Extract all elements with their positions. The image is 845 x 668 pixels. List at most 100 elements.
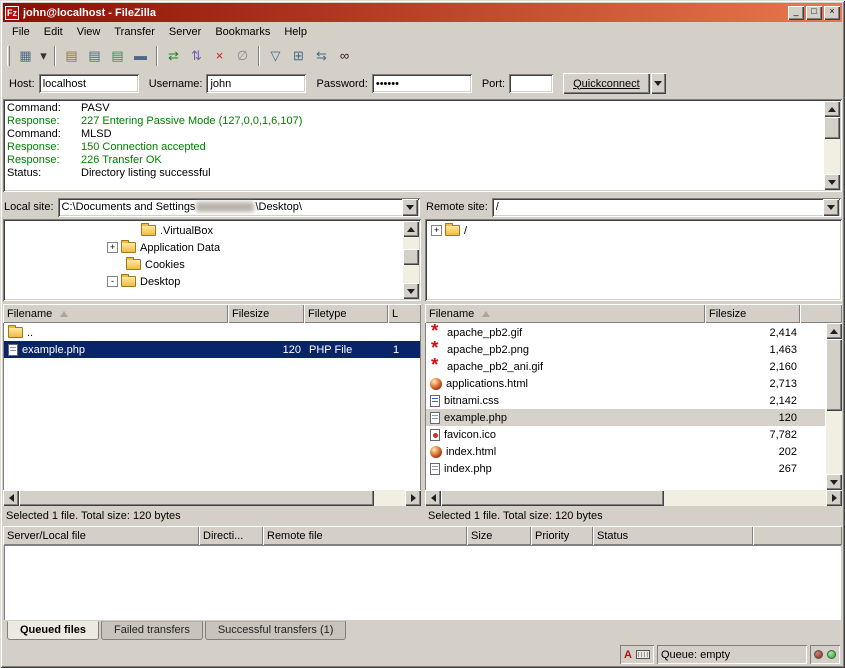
- expand-icon[interactable]: +: [431, 225, 442, 236]
- menu-item-server[interactable]: Server: [162, 23, 208, 41]
- column-header-priority[interactable]: Priority: [531, 526, 593, 545]
- quickconnect-dropdown-button[interactable]: [651, 73, 666, 94]
- local-tree-item[interactable]: Cookies: [5, 256, 419, 273]
- remote-site-dropdown-button[interactable]: [823, 199, 839, 216]
- tab-failed-transfers[interactable]: Failed transfers: [101, 621, 203, 640]
- file-row[interactable]: index.html202: [426, 443, 825, 460]
- scroll-down-button[interactable]: [403, 283, 419, 299]
- column-header-filesize[interactable]: Filesize: [705, 304, 800, 323]
- toolbar-grip[interactable]: [7, 46, 10, 66]
- scrollbar-track[interactable]: [826, 339, 842, 474]
- tab-successful-transfers-1[interactable]: Successful transfers (1): [205, 621, 347, 640]
- toggle-message-log-button[interactable]: ▤: [60, 45, 83, 67]
- file-name: apache_pb2.png: [447, 344, 529, 356]
- tab-queued-files[interactable]: Queued files: [7, 621, 99, 640]
- queue-list[interactable]: [4, 545, 841, 620]
- site-manager-button[interactable]: ▦: [14, 45, 37, 67]
- title-bar[interactable]: Fz john@localhost - FileZilla _ □ ×: [3, 3, 842, 22]
- find-files-button[interactable]: ∞: [333, 45, 356, 67]
- local-tree-item[interactable]: +Application Data: [5, 239, 419, 256]
- scroll-up-button[interactable]: [824, 101, 840, 117]
- file-row[interactable]: bitnami.css2,142: [426, 392, 825, 409]
- column-header-l[interactable]: L: [388, 304, 421, 323]
- toggle-remote-tree-button[interactable]: ▤: [106, 45, 129, 67]
- file-row[interactable]: ..: [4, 324, 420, 341]
- sync-browsing-button[interactable]: ⇆: [310, 45, 333, 67]
- scrollbar-thumb[interactable]: [826, 339, 842, 411]
- scroll-right-button[interactable]: [405, 490, 421, 506]
- file-row[interactable]: favicon.ico7,782: [426, 426, 825, 443]
- column-header-filename[interactable]: Filename: [3, 304, 228, 323]
- local-tree-scrollbar[interactable]: [403, 221, 419, 299]
- menu-item-edit[interactable]: Edit: [37, 23, 70, 41]
- scrollbar-thumb[interactable]: [19, 490, 374, 506]
- file-row[interactable]: example.php120PHP File1: [4, 341, 420, 358]
- column-header-remote-file[interactable]: Remote file: [263, 526, 467, 545]
- local-hscrollbar[interactable]: [3, 490, 421, 506]
- scroll-left-button[interactable]: [3, 490, 19, 506]
- maximize-button[interactable]: □: [806, 6, 822, 20]
- column-header-directi[interactable]: Directi...: [199, 526, 263, 545]
- toggle-local-tree-button[interactable]: ▤: [83, 45, 106, 67]
- local-site-combo[interactable]: C:\Documents and Settings\Desktop\: [58, 198, 420, 217]
- minimize-button[interactable]: _: [788, 6, 804, 20]
- scrollbar-thumb[interactable]: [824, 117, 840, 139]
- file-modified: [389, 324, 421, 341]
- remote-list-scrollbar[interactable]: [826, 323, 842, 490]
- site-manager-dropdown-button[interactable]: ▾: [37, 45, 50, 67]
- column-header-server-local-file[interactable]: Server/Local file: [3, 526, 199, 545]
- column-header-filesize[interactable]: Filesize: [228, 304, 304, 323]
- scroll-right-button[interactable]: [826, 490, 842, 506]
- close-button[interactable]: ×: [824, 6, 840, 20]
- expand-icon[interactable]: +: [107, 242, 118, 253]
- scrollbar-track[interactable]: [824, 117, 840, 174]
- file-row[interactable]: apache_pb2_ani.gif2,160: [426, 358, 825, 375]
- refresh-button[interactable]: ⇄: [162, 45, 185, 67]
- scroll-down-button[interactable]: [824, 174, 840, 190]
- local-tree-item[interactable]: .VirtualBox: [5, 222, 419, 239]
- column-header-filename[interactable]: Filename: [425, 304, 705, 323]
- file-row[interactable]: apache_pb2.png1,463: [426, 341, 825, 358]
- host-input[interactable]: [39, 74, 139, 93]
- menu-item-transfer[interactable]: Transfer: [107, 23, 162, 41]
- scrollbar-thumb[interactable]: [441, 490, 664, 506]
- toggle-queue-button[interactable]: ▬: [129, 45, 152, 67]
- app-icon[interactable]: Fz: [5, 6, 19, 20]
- column-header-status[interactable]: Status: [593, 526, 753, 545]
- scrollbar-track[interactable]: [403, 237, 419, 283]
- file-row[interactable]: index.php267: [426, 460, 825, 477]
- directory-compare-button[interactable]: ⊞: [287, 45, 310, 67]
- scroll-left-button[interactable]: [425, 490, 441, 506]
- remote-tree-item[interactable]: +/: [427, 222, 840, 239]
- scroll-up-button[interactable]: [403, 221, 419, 237]
- quickconnect-button[interactable]: Quickconnect: [563, 73, 650, 94]
- disconnect-button[interactable]: ∅: [231, 45, 254, 67]
- file-row[interactable]: applications.html2,713: [426, 375, 825, 392]
- remote-hscrollbar[interactable]: [425, 490, 842, 506]
- file-row[interactable]: example.php120: [426, 409, 825, 426]
- scrollbar-track[interactable]: [441, 490, 826, 506]
- remote-site-combo[interactable]: /: [492, 198, 841, 217]
- local-tree-item[interactable]: -Desktop: [5, 273, 419, 290]
- scroll-up-button[interactable]: [826, 323, 842, 339]
- port-input[interactable]: [509, 74, 553, 93]
- directory-filter-button[interactable]: ▽: [264, 45, 287, 67]
- process-queue-button[interactable]: ⇅: [185, 45, 208, 67]
- menu-item-view[interactable]: View: [70, 23, 108, 41]
- scroll-down-button[interactable]: [826, 474, 842, 490]
- scrollbar-thumb[interactable]: [403, 249, 419, 265]
- log-scrollbar[interactable]: [824, 101, 840, 190]
- username-input[interactable]: [206, 74, 306, 93]
- local-site-dropdown-button[interactable]: [402, 199, 418, 216]
- menu-item-file[interactable]: File: [5, 23, 37, 41]
- menu-item-bookmarks[interactable]: Bookmarks: [208, 23, 277, 41]
- scrollbar-track[interactable]: [19, 490, 405, 506]
- column-header-filetype[interactable]: Filetype: [304, 304, 388, 323]
- chevron-down-icon: [406, 205, 414, 214]
- collapse-icon[interactable]: -: [107, 276, 118, 287]
- password-input[interactable]: [372, 74, 472, 93]
- cancel-button[interactable]: ×: [208, 45, 231, 67]
- menu-item-help[interactable]: Help: [277, 23, 314, 41]
- column-header-size[interactable]: Size: [467, 526, 531, 545]
- file-row[interactable]: apache_pb2.gif2,414: [426, 324, 825, 341]
